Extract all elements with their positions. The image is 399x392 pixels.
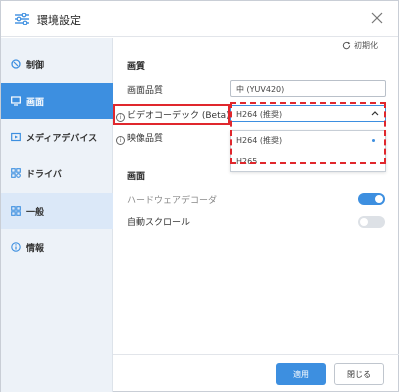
image-quality-label: 画面品質 xyxy=(127,86,164,96)
image-quality-select[interactable]: 中 (YUV420) xyxy=(230,80,386,97)
sidebar-item-label: 制御 xyxy=(26,60,45,71)
section-title-quality: 画質 xyxy=(127,62,146,72)
info-icon xyxy=(11,242,21,252)
sidebar-item-label: 一般 xyxy=(26,207,45,218)
sliders-icon xyxy=(15,13,29,25)
window-title: 環境設定 xyxy=(37,14,81,27)
sidebar-item-general[interactable]: 一般 xyxy=(1,193,113,229)
monitor-icon xyxy=(11,96,21,106)
annotation-box-codec-options xyxy=(230,102,386,164)
sidebar-item-display[interactable]: 画面 xyxy=(1,83,113,119)
control-icon xyxy=(11,59,21,69)
sidebar-item-media-device[interactable]: メディアデバイス xyxy=(1,119,113,155)
image-quality-value: 中 (YUV420) xyxy=(236,85,285,94)
close-button[interactable]: 閉じる xyxy=(334,363,384,385)
sidebar-item-control[interactable]: 制御 xyxy=(1,46,113,82)
section-title-display: 画面 xyxy=(127,172,146,182)
sidebar-item-driver[interactable]: ドライバ xyxy=(1,155,113,191)
driver-icon xyxy=(11,168,21,178)
apply-button[interactable]: 適用 xyxy=(276,363,326,385)
hw-decoder-toggle[interactable] xyxy=(358,193,385,205)
sidebar-item-info[interactable]: 情報 xyxy=(1,229,113,265)
grid-icon xyxy=(11,206,21,216)
close-icon[interactable] xyxy=(370,11,384,25)
hw-decoder-label: ハードウェアデコーダ xyxy=(127,196,218,206)
annotation-box-codec-label xyxy=(113,104,230,125)
sidebar-item-label: 画面 xyxy=(26,97,45,108)
dialog-footer: 適用 閉じる xyxy=(113,354,399,392)
settings-panel: 初期化 画質 画面品質 中 (YUV420) i ビデオコーデック (Beta) … xyxy=(113,38,399,354)
sidebar-item-label: メディアデバイス xyxy=(26,133,98,144)
video-quality-label: 映像品質 xyxy=(127,134,164,144)
sidebar-item-label: ドライバ xyxy=(26,169,62,180)
auto-scroll-toggle[interactable] xyxy=(358,216,385,228)
toggle-knob xyxy=(360,218,368,226)
sidebar: 制御 画面 メディアデバイス ドライバ 一般 情報 xyxy=(1,38,113,392)
toggle-knob xyxy=(375,195,383,203)
reset-button[interactable]: 初期化 xyxy=(342,40,378,51)
video-quality-label-row: i 映像品質 xyxy=(116,131,163,145)
refresh-icon xyxy=(342,41,351,50)
info-icon: i xyxy=(116,136,125,145)
reset-label: 初期化 xyxy=(354,41,378,50)
settings-dialog: 環境設定 制御 画面 メディアデバイス ドライバ 一般 情報 初期化 画質 画面… xyxy=(0,0,399,392)
title-bar: 環境設定 xyxy=(1,1,398,37)
auto-scroll-label: 自動スクロール xyxy=(127,218,191,228)
sidebar-item-label: 情報 xyxy=(26,243,45,254)
media-device-icon xyxy=(11,132,21,142)
